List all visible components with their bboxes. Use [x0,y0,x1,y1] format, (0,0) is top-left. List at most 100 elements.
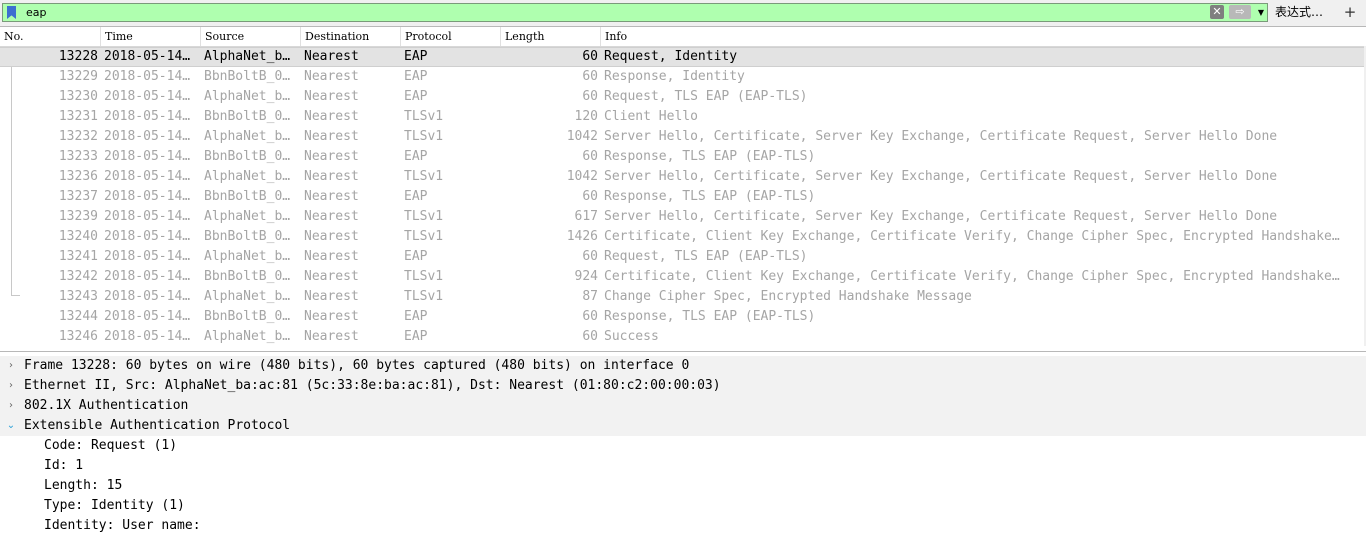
packet-cell-info: Certificate, Client Key Exchange, Certif… [604,269,1340,284]
packet-cell-proto: TLSv1 [404,209,444,224]
display-filter-input[interactable]: eap ✕ ⇨ ▼ [2,3,1268,22]
packet-cell-proto: TLSv1 [404,169,444,184]
packet-row[interactable]: 13246 2018-05-14… AlphaNet_b… Nearest EAP 60 S… [0,327,1364,347]
column-header-no[interactable]: No. [0,27,101,46]
column-header-time[interactable]: Time [101,27,201,46]
packet-cell-no: 13246 [58,329,98,344]
chevron-down-icon[interactable]: ⌄ [5,416,17,436]
packet-cell-len: 60 [582,69,598,84]
packet-cell-info: Response, TLS EAP (EAP-TLS) [604,189,816,204]
packet-cell-no: 13237 [58,189,98,204]
packet-cell-dst: Nearest [304,109,359,124]
packet-row[interactable]: 13228 2018-05-14… AlphaNet_b… Nearest EAP 60 R… [0,47,1364,67]
packet-row[interactable]: 13243 2018-05-14… AlphaNet_b… Nearest TLSv1 8… [0,287,1364,307]
detail-item-text: Ethernet II, Src: AlphaNet_ba:ac:81 (5c:… [24,378,721,393]
packet-row[interactable]: 13240 2018-05-14… BbnBoltB_0… Nearest TLSv1 1… [0,227,1364,247]
packet-cell-info: Request, TLS EAP (EAP-TLS) [604,249,808,264]
expression-button[interactable]: 表达式… [1275,5,1323,19]
column-header-length[interactable]: Length [501,27,601,46]
detail-tree-item[interactable]: Id: 1 [0,456,1366,476]
packet-row[interactable]: 13229 2018-05-14… BbnBoltB_0… Nearest EAP 60 R… [0,67,1364,87]
packet-cell-time: 2018-05-14… [104,49,191,64]
detail-tree-item[interactable]: Type: Identity (1) [0,496,1366,516]
packet-cell-src: AlphaNet_b… [204,209,291,224]
packet-cell-len: 60 [582,249,598,264]
detail-tree-item[interactable]: › 802.1X Authentication [0,396,1366,416]
packet-cell-time: 2018-05-14… [104,249,191,264]
display-filter-toolbar: eap ✕ ⇨ ▼ 表达式… + [0,0,1366,26]
apply-filter-button[interactable]: ⇨ [1229,5,1251,19]
packet-cell-no: 13239 [58,209,98,224]
clear-filter-button[interactable]: ✕ [1210,5,1224,19]
detail-tree-item[interactable]: › Frame 13228: 60 bytes on wire (480 bits… [0,356,1366,376]
bookmark-icon[interactable] [7,6,16,19]
packet-cell-dst: Nearest [304,329,359,344]
column-header-source[interactable]: Source [201,27,301,46]
packet-cell-time: 2018-05-14… [104,329,191,344]
packet-details[interactable]: › Frame 13228: 60 bytes on wire (480 bits… [0,355,1366,547]
packet-cell-no: 13240 [58,229,98,244]
packet-cell-proto: EAP [404,149,428,164]
packet-row[interactable]: 13233 2018-05-14… BbnBoltB_0… Nearest EAP 60 R… [0,147,1364,167]
packet-cell-time: 2018-05-14… [104,89,191,104]
packet-cell-src: BbnBoltB_0… [204,149,291,164]
packet-cell-src: AlphaNet_b… [204,289,291,304]
packet-cell-no: 13236 [58,169,98,184]
chevron-right-icon[interactable]: › [5,376,17,396]
packet-row[interactable]: 13239 2018-05-14… AlphaNet_b… Nearest TLSv1 6… [0,207,1364,227]
chevron-right-icon[interactable]: › [5,396,17,416]
detail-tree-item[interactable]: Code: Request (1) [0,436,1366,456]
packet-cell-len: 60 [582,309,598,324]
column-header-protocol[interactable]: Protocol [401,27,501,46]
packet-cell-time: 2018-05-14… [104,229,191,244]
packet-cell-len: 60 [582,189,598,204]
packet-cell-src: AlphaNet_b… [204,49,291,64]
packet-cell-no: 13242 [58,269,98,284]
packet-cell-proto: EAP [404,329,428,344]
packet-row[interactable]: 13242 2018-05-14… BbnBoltB_0… Nearest TLSv1 9… [0,267,1364,287]
packet-row[interactable]: 13230 2018-05-14… AlphaNet_b… Nearest EAP 60 R… [0,87,1364,107]
packet-cell-info: Request, TLS EAP (EAP-TLS) [604,89,808,104]
packet-cell-dst: Nearest [304,269,359,284]
add-filter-button[interactable]: + [1340,3,1360,21]
packet-cell-len: 1042 [566,129,598,144]
packet-cell-dst: Nearest [304,129,359,144]
packet-cell-no: 13233 [58,149,98,164]
packet-list[interactable]: No. Time Source Destination Protocol Len… [0,26,1366,352]
packet-row[interactable]: 13232 2018-05-14… AlphaNet_b… Nearest TLSv1 1… [0,127,1364,147]
packet-cell-time: 2018-05-14… [104,69,191,84]
detail-tree-item[interactable]: › Ethernet II, Src: AlphaNet_ba:ac:81 (5c… [0,376,1366,396]
packet-cell-info: Response, TLS EAP (EAP-TLS) [604,309,816,324]
packet-list-header: No. Time Source Destination Protocol Len… [0,27,1366,47]
packet-row[interactable]: 13244 2018-05-14… BbnBoltB_0… Nearest EAP 60 R… [0,307,1364,327]
packet-cell-no: 13243 [58,289,98,304]
packet-cell-dst: Nearest [304,229,359,244]
packet-cell-dst: Nearest [304,209,359,224]
packet-cell-proto: EAP [404,49,428,64]
column-header-destination[interactable]: Destination [301,27,401,46]
filter-history-dropdown[interactable]: ▼ [1255,5,1267,20]
detail-tree-item[interactable]: Identity: User name: [0,516,1366,536]
packet-cell-info: Server Hello, Certificate, Server Key Ex… [604,129,1278,144]
packet-row[interactable]: 13231 2018-05-14… BbnBoltB_0… Nearest TLSv1 1… [0,107,1364,127]
detail-tree-item[interactable]: Length: 15 [0,476,1366,496]
packet-cell-src: BbnBoltB_0… [204,189,291,204]
packet-cell-time: 2018-05-14… [104,149,191,164]
packet-row[interactable]: 13236 2018-05-14… AlphaNet_b… Nearest TLSv1 1… [0,167,1364,187]
packet-row[interactable]: 13241 2018-05-14… AlphaNet_b… Nearest EAP 60 R… [0,247,1364,267]
filter-text[interactable]: eap [26,6,47,19]
detail-tree-item[interactable]: ⌄ Extensible Authentication Protocol [0,416,1366,436]
packet-cell-dst: Nearest [304,169,359,184]
packet-cell-dst: Nearest [304,149,359,164]
packet-cell-no: 13230 [58,89,98,104]
packet-cell-src: AlphaNet_b… [204,249,291,264]
packet-cell-info: Success [604,329,659,344]
packet-cell-no: 13228 [58,49,98,64]
packet-cell-src: AlphaNet_b… [204,89,291,104]
chevron-right-icon[interactable]: › [5,356,17,376]
packet-cell-proto: TLSv1 [404,229,444,244]
packet-row[interactable]: 13237 2018-05-14… BbnBoltB_0… Nearest EAP 60 R… [0,187,1364,207]
column-header-info[interactable]: Info [601,27,1366,46]
packet-cell-time: 2018-05-14… [104,269,191,284]
packet-cell-no: 13232 [58,129,98,144]
